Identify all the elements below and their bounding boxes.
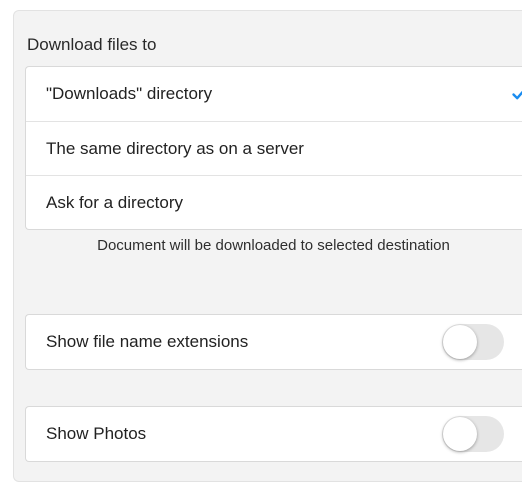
show-photos-toggle[interactable] <box>442 416 504 452</box>
toggle-knob <box>443 417 477 451</box>
option-same-directory-as-server[interactable]: The same directory as on a server <box>26 121 522 175</box>
show-photos-label: Show Photos <box>46 424 147 443</box>
show-photos-row: Show Photos <box>26 407 522 461</box>
download-section-footer: Document will be downloaded to selected … <box>97 237 450 254</box>
checkmark-icon <box>512 90 522 100</box>
download-location-options: "Downloads" directory The same directory… <box>25 66 522 230</box>
option-downloads-directory[interactable]: "Downloads" directory <box>26 67 522 121</box>
option-label: Ask for a directory <box>46 192 183 212</box>
show-file-extensions-group: Show file name extensions <box>25 314 522 370</box>
toggle-knob <box>443 325 477 359</box>
show-photos-group: Show Photos <box>25 406 522 462</box>
option-label: The same directory as on a server <box>46 138 304 158</box>
show-file-extensions-label: Show file name extensions <box>46 332 249 351</box>
show-file-extensions-toggle[interactable] <box>442 324 504 360</box>
download-section-header: Download files to <box>27 35 157 54</box>
option-ask-for-directory[interactable]: Ask for a directory <box>26 175 522 229</box>
show-file-extensions-row: Show file name extensions <box>26 315 522 369</box>
option-label: "Downloads" directory <box>46 84 213 103</box>
